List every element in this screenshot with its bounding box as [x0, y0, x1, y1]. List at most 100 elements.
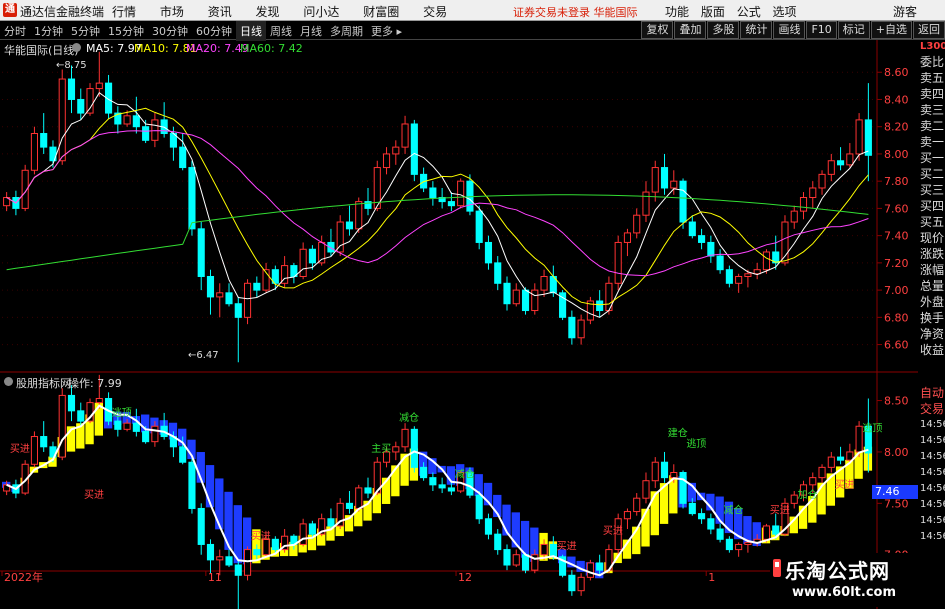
tab-period[interactable]: 60分钟 — [192, 21, 236, 41]
signal-label: 买进 — [10, 443, 30, 455]
tab-period[interactable]: 月线 — [296, 21, 326, 41]
sidebar-item[interactable]: 买三 — [918, 182, 945, 198]
sidebar-trade-item[interactable]: 自动 — [918, 385, 945, 401]
sidebar-item[interactable]: 换手 — [918, 310, 945, 326]
candle-body — [790, 210, 798, 223]
menu-ask[interactable]: 问小达 — [303, 5, 339, 19]
tab-period-daily[interactable]: 日线 — [236, 21, 266, 41]
sidebar-item[interactable]: 涨幅 — [918, 262, 945, 278]
back-button[interactable]: 返回 — [913, 21, 945, 39]
add-watchlist-button[interactable]: +自选 — [870, 21, 912, 39]
menu-quotes[interactable]: 行情 — [112, 5, 136, 19]
sidebar-item[interactable]: 卖二 — [918, 118, 945, 134]
candle-body — [827, 160, 835, 175]
sidebar-item[interactable]: 现价 — [918, 230, 945, 246]
guest-button[interactable]: 游客 — [893, 3, 917, 20]
tab-more[interactable]: 更多 ▸ — [367, 21, 406, 41]
sidebar-item[interactable]: 卖四 — [918, 86, 945, 102]
ind-candle-body — [484, 518, 493, 535]
sidebar-item[interactable]: 净资 — [918, 326, 945, 342]
sidebar-time-item[interactable]: 14:56 — [918, 449, 945, 465]
ma60-legend: MA60: 7.42 — [240, 42, 303, 55]
x-tick-label: 11 — [208, 571, 222, 584]
candle-body — [735, 275, 743, 284]
ind-candle-body — [790, 494, 798, 504]
sidebar-time-item[interactable]: 14:56 — [918, 433, 945, 449]
sidebar-trade-item[interactable]: 交易 — [918, 401, 945, 417]
watermark: 乐淘公式网 www.60lt.com — [770, 553, 918, 607]
draw-button[interactable]: 画线 — [773, 21, 806, 39]
tab-period[interactable]: 周线 — [266, 21, 296, 41]
broker-notice[interactable]: 证券交易未登录 华能国际 — [513, 4, 638, 20]
sidebar-item[interactable]: 卖五 — [918, 70, 945, 86]
ma-settings-icon[interactable] — [72, 42, 81, 55]
menu-layout[interactable]: 版面 — [701, 5, 725, 19]
menu-options[interactable]: 选项 — [773, 5, 797, 19]
multi-stock-button[interactable]: 多股 — [707, 21, 740, 39]
ind-candle-body — [327, 518, 335, 527]
ind-candle-body — [688, 502, 696, 515]
sidebar-item[interactable]: 买五 — [918, 214, 945, 230]
tab-period[interactable]: 30分钟 — [148, 21, 192, 41]
overlay-button[interactable]: 叠加 — [674, 21, 707, 39]
period-tabbar: 分时 1分钟 5分钟 15分钟 30分钟 60分钟 日线 周线 月线 多周期 更多 ▸ 复权 叠加 多股… — [0, 21, 945, 41]
candle-body — [707, 241, 715, 257]
sidebar-time-item[interactable]: 14:56 — [918, 513, 945, 529]
candle-body — [429, 187, 437, 199]
ind-candle-body — [716, 528, 724, 540]
sidebar-time-item[interactable]: 14:56 — [918, 417, 945, 433]
main-menu: 行情 市场 资讯 发现 问小达 财富圈 交易 — [112, 3, 467, 20]
ind-candle-body — [818, 466, 826, 479]
ind-candle-body — [67, 394, 76, 412]
ind-candle-body — [809, 477, 817, 486]
stock-label: 华能国际(日线) — [4, 44, 79, 57]
sidebar-time-item[interactable]: 14:56 — [918, 529, 945, 545]
menu-formula[interactable]: 公式 — [737, 5, 761, 19]
menu-trade[interactable]: 交易 — [423, 5, 447, 19]
sidebar-item[interactable]: 买四 — [918, 198, 945, 214]
sidebar-item[interactable]: 涨跌 — [918, 246, 945, 262]
candle-body — [633, 214, 641, 234]
signal-label: 买进 — [84, 489, 104, 501]
candle-body — [299, 248, 307, 277]
menu-wealth[interactable]: 财富圈 — [363, 5, 399, 19]
sidebar-time-item[interactable]: 14:56 — [918, 465, 945, 481]
sidebar-item[interactable]: 买一 — [918, 150, 945, 166]
indicator-band — [2, 402, 873, 579]
ind-candle-body — [698, 513, 706, 520]
ind-candle-body — [308, 523, 316, 535]
sidebar-item[interactable]: 买二 — [918, 166, 945, 182]
sidebar-item[interactable]: 外盘 — [918, 294, 945, 310]
sidebar-item[interactable]: 卖三 — [918, 102, 945, 118]
menu-discover[interactable]: 发现 — [256, 5, 280, 19]
kline-chart[interactable]: 8.60 8.40 8.20 8.00 7.80 7.60 7.40 7.20 7.00 6.80… — [0, 40, 918, 609]
tab-period[interactable]: 分时 — [0, 21, 30, 41]
menu-news[interactable]: 资讯 — [208, 5, 232, 19]
ind-candle-body — [345, 502, 354, 509]
sidebar-item[interactable]: 收益 — [918, 342, 945, 358]
tab-period[interactable]: 5分钟 — [67, 21, 104, 41]
menu-function[interactable]: 功能 — [665, 5, 689, 19]
tab-period[interactable]: 15分钟 — [104, 21, 148, 41]
tab-period[interactable]: 多周期 — [326, 21, 367, 41]
sidebar-time-item[interactable]: 14:56 — [918, 497, 945, 513]
f10-button[interactable]: F10 — [806, 21, 837, 39]
mark-button[interactable]: 标记 — [837, 21, 870, 39]
ind-candle-body — [837, 456, 845, 461]
ind-candle-body — [132, 422, 140, 432]
stats-button[interactable]: 统计 — [740, 21, 773, 39]
sidebar-time-item[interactable]: 14:56 — [918, 481, 945, 497]
ind-candle-body — [651, 461, 659, 482]
sidebar-item[interactable]: 委比 — [918, 54, 945, 70]
sidebar-item[interactable]: 卖一 — [918, 134, 945, 150]
adjust-button[interactable]: 复权 — [641, 21, 674, 39]
menu-market[interactable]: 市场 — [160, 5, 184, 19]
candle-body — [503, 282, 511, 305]
ind-candle-body — [410, 428, 418, 468]
ind-candle-body — [271, 538, 279, 551]
ind-candle-body — [123, 422, 131, 430]
sidebar-item[interactable]: 总量 — [918, 278, 945, 294]
ind-candle-body — [243, 549, 252, 576]
indicator-settings-icon[interactable] — [4, 376, 13, 389]
tab-period[interactable]: 1分钟 — [30, 21, 67, 41]
